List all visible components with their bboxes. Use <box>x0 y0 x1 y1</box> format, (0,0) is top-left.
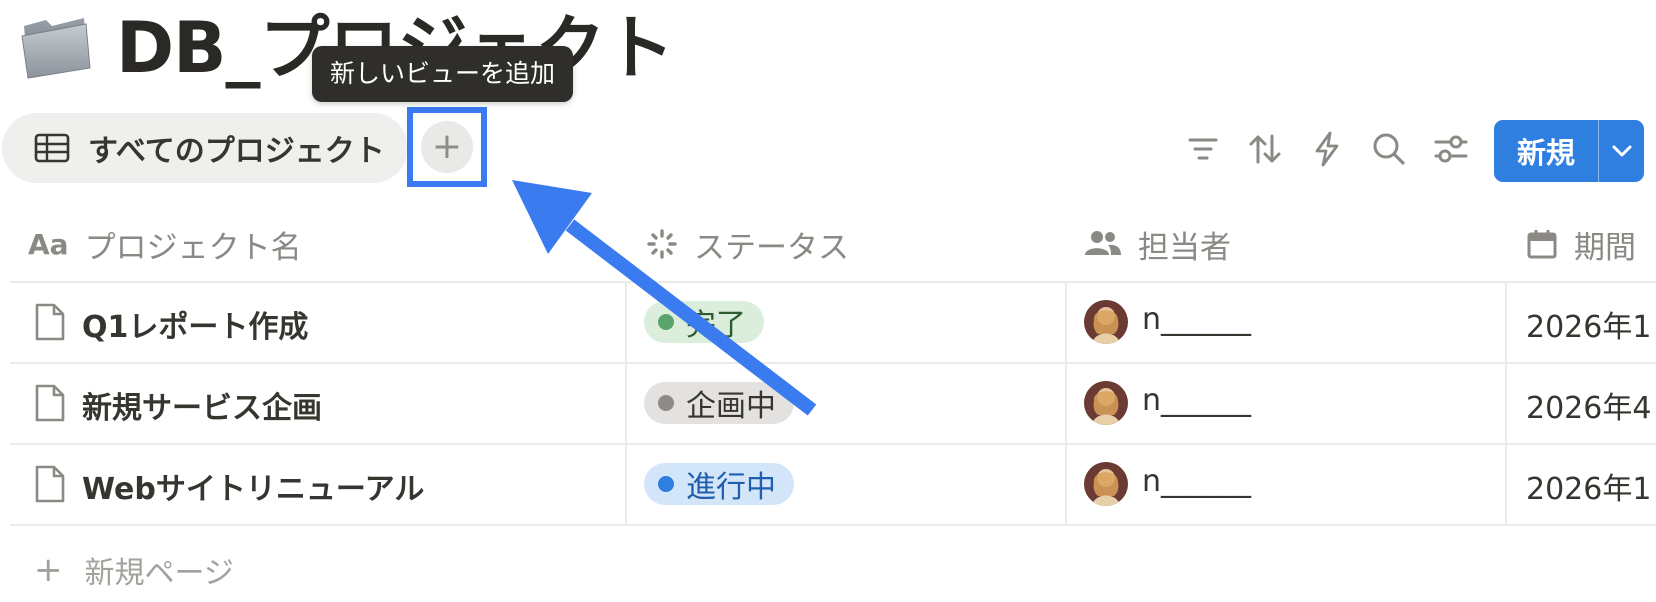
calendar-icon <box>1527 230 1557 259</box>
column-divider <box>1505 283 1507 526</box>
chevron-down-icon[interactable] <box>1599 120 1644 182</box>
view-tab-all-projects[interactable]: すべてのプロジェクト <box>2 113 408 183</box>
column-divider <box>1065 283 1067 526</box>
table-divider <box>10 443 1656 445</box>
row-title[interactable]: Webサイトリニューアル <box>82 464 424 508</box>
automation-icon[interactable] <box>1308 130 1346 168</box>
page-icon <box>35 303 65 341</box>
add-view-button[interactable]: + <box>421 121 473 173</box>
column-header-label: 期間 <box>1574 229 1636 266</box>
date-value[interactable]: 2026年1 <box>1526 302 1651 346</box>
column-header-label: ステータス <box>694 229 849 266</box>
status-label: 進行中 <box>686 470 776 505</box>
status-dot <box>658 395 674 411</box>
status-label: 企画中 <box>686 389 776 424</box>
view-tab-label: すべてのプロジェクト <box>88 134 385 169</box>
people-icon <box>1085 231 1121 255</box>
new-page-button[interactable]: + 新規ページ <box>34 548 234 592</box>
status-badge[interactable]: 進行中 <box>644 463 794 505</box>
sort-icon[interactable] <box>1246 130 1284 168</box>
avatar[interactable] <box>1084 381 1128 425</box>
status-badge[interactable]: 完了 <box>644 301 764 343</box>
column-header-label: プロジェクト名 <box>84 229 302 266</box>
date-value[interactable]: 2026年1 <box>1526 464 1651 508</box>
new-button-label: 新規 <box>1516 136 1575 170</box>
table-icon <box>34 133 70 163</box>
column-header-project-name[interactable]: Aa プロジェクト名 <box>28 222 302 266</box>
column-header-label: 担当者 <box>1138 229 1231 266</box>
table-divider <box>10 362 1656 364</box>
status-icon <box>647 229 677 259</box>
settings-sliders-icon[interactable] <box>1432 130 1470 168</box>
column-header-assignee[interactable]: 担当者 <box>1084 222 1231 266</box>
text-property-icon: Aa <box>28 227 69 261</box>
plus-icon: + <box>431 126 463 167</box>
status-dot <box>658 476 674 492</box>
status-badge[interactable]: 企画中 <box>644 382 794 424</box>
new-page-label: 新規ページ <box>84 556 234 591</box>
folder-icon[interactable] <box>18 10 92 80</box>
page-icon <box>35 384 65 422</box>
assignee-name: n______ <box>1142 464 1252 499</box>
page-icon <box>35 465 65 503</box>
row-title[interactable]: 新規サービス企画 <box>82 383 322 427</box>
avatar[interactable] <box>1084 462 1128 506</box>
avatar[interactable] <box>1084 300 1128 344</box>
status-dot <box>658 314 674 330</box>
assignee-name: n______ <box>1142 383 1252 418</box>
column-divider <box>625 283 627 526</box>
status-label: 完了 <box>686 308 746 343</box>
new-button[interactable]: 新規 <box>1494 120 1644 182</box>
date-value[interactable]: 2026年4 <box>1526 383 1651 427</box>
filter-icon[interactable] <box>1184 130 1222 168</box>
table-divider <box>10 524 1656 526</box>
search-icon[interactable] <box>1370 130 1408 168</box>
column-header-period[interactable]: 期間 <box>1526 222 1636 266</box>
row-title[interactable]: Q1レポート作成 <box>82 302 308 346</box>
assignee-name: n______ <box>1142 302 1252 337</box>
plus-icon: + <box>34 550 63 590</box>
table-divider <box>10 281 1656 283</box>
column-header-status[interactable]: ステータス <box>646 222 849 266</box>
tooltip: 新しいビューを追加 <box>312 46 574 102</box>
